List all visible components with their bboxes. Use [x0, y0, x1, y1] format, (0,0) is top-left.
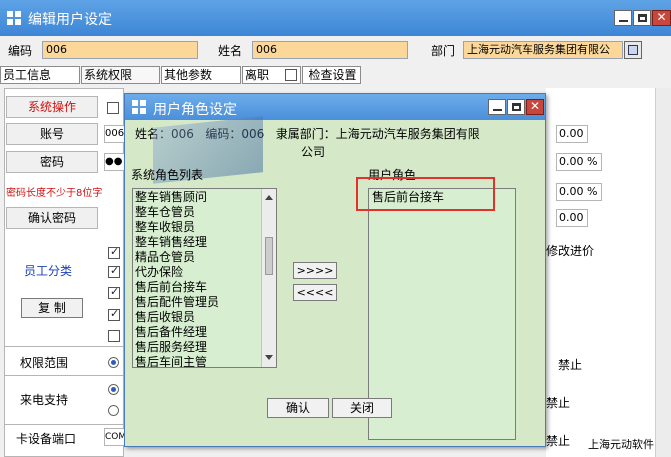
- system-role-item[interactable]: 售后车间主管: [133, 355, 261, 367]
- main-window-title: 编辑用户设定: [28, 12, 112, 28]
- close-button[interactable]: 关闭: [332, 398, 392, 418]
- permission-scope-radio[interactable]: [108, 357, 119, 368]
- divider: [4, 346, 124, 347]
- card-port-field[interactable]: COM: [104, 428, 126, 446]
- resignation-checkbox[interactable]: [285, 69, 297, 81]
- forbid-label-1: 禁止: [558, 358, 583, 372]
- class-checkbox-1[interactable]: [108, 245, 120, 259]
- password-label: 密码: [6, 151, 98, 173]
- tab-employee-info[interactable]: 员工信息: [0, 66, 80, 84]
- forbid-label-2: 禁止: [546, 396, 570, 410]
- system-role-item[interactable]: 整车销售经理: [133, 235, 261, 250]
- call-support-radio-1[interactable]: [108, 384, 119, 395]
- password-field[interactable]: ●●: [104, 153, 126, 171]
- tab-resignation-label: 离职: [245, 68, 270, 82]
- dialog-maximize-icon[interactable]: [507, 99, 525, 115]
- system-role-item[interactable]: 售后备件经理: [133, 325, 261, 340]
- confirm-password-label: 确认密码: [6, 207, 98, 229]
- account-label: 账号: [6, 123, 98, 145]
- tab-system-permissions[interactable]: 系统权限: [81, 66, 160, 84]
- dialog-title: 用户角色设定: [153, 102, 237, 118]
- scroll-up-icon[interactable]: [265, 195, 273, 200]
- class-checkbox-5[interactable]: [108, 330, 120, 342]
- system-roles-label: 系统角色列表: [131, 168, 204, 182]
- name-field[interactable]: 006: [252, 41, 408, 59]
- divider: [4, 424, 124, 425]
- dialog-title-bar: 用户角色设定 ✕: [125, 94, 545, 120]
- class-checkbox-2[interactable]: [108, 264, 120, 278]
- class-checkbox-3[interactable]: [108, 285, 120, 299]
- permission-scope-label: 权限范围: [20, 356, 69, 370]
- system-role-item[interactable]: 售后收银员: [133, 310, 261, 325]
- employee-class-label: 员工分类: [24, 264, 73, 278]
- code-label: 编码: [8, 44, 33, 58]
- dept-picker-icon[interactable]: [624, 41, 642, 59]
- highlight-box: [356, 177, 495, 211]
- minimize-icon[interactable]: [614, 10, 632, 26]
- system-role-item[interactable]: 售后配件管理员: [133, 295, 261, 310]
- system-role-item[interactable]: 售后服务经理: [133, 340, 261, 355]
- scroll-down-icon[interactable]: [265, 355, 273, 360]
- brand-footer: 上海元动软件: [588, 438, 654, 451]
- forbid-label-3: 禁止: [546, 434, 570, 448]
- copy-button[interactable]: 复 制: [21, 298, 83, 318]
- remove-role-button[interactable]: <<<<: [293, 284, 337, 301]
- system-role-item[interactable]: 整车仓管员: [133, 205, 261, 220]
- value-field-4[interactable]: 0.00: [556, 209, 588, 227]
- system-role-item[interactable]: 代办保险: [133, 265, 261, 280]
- system-role-item[interactable]: 整车收银员: [133, 220, 261, 235]
- system-roles-items: 整车销售顾问 整车仓管员 整车收银员 整车销售经理 精品仓管员 代办保险 售后前台接车 售后配…: [133, 190, 261, 367]
- windows-logo-icon: [7, 11, 21, 25]
- card-port-label: 卡设备端口: [16, 432, 77, 446]
- main-title-bar: 编辑用户设定 ✕: [0, 0, 671, 36]
- value-field-1[interactable]: 0.00: [556, 125, 588, 143]
- name-label: 姓名: [218, 44, 243, 58]
- dialog-info-line2: 公司: [301, 145, 326, 159]
- user-role-dialog: 用户角色设定 ✕ 姓名：006 编码：006 隶属部门：上海元动汽车服务集团有限…: [124, 93, 546, 447]
- system-ops-checkbox[interactable]: [107, 102, 119, 114]
- system-role-item[interactable]: 售后前台接车: [133, 280, 261, 295]
- tab-check-settings[interactable]: 检查设置: [302, 66, 361, 84]
- code-field[interactable]: 006: [42, 41, 198, 59]
- password-hint: 密码长度不少于8位字: [6, 188, 103, 199]
- main-scrollbar[interactable]: [655, 88, 671, 457]
- divider: [4, 375, 124, 376]
- dialog-minimize-icon[interactable]: [488, 99, 506, 115]
- dialog-close-icon[interactable]: ✕: [526, 99, 544, 115]
- system-role-item[interactable]: 整车销售顾问: [133, 190, 261, 205]
- modify-price-label: 修改进价: [546, 244, 595, 258]
- class-checkbox-4[interactable]: [108, 307, 120, 321]
- call-support-radio-2[interactable]: [108, 405, 119, 416]
- system-ops-label: 系统操作: [6, 96, 98, 118]
- maximize-icon[interactable]: [633, 10, 651, 26]
- tab-resignation[interactable]: 离职: [242, 66, 301, 84]
- system-roles-list[interactable]: 整车销售顾问 整车仓管员 整车收银员 整车销售经理 精品仓管员 代办保险 售后前台接车 售后配…: [132, 188, 277, 368]
- account-field[interactable]: 006: [104, 125, 126, 143]
- ok-button[interactable]: 确认: [267, 398, 329, 418]
- tab-other-params[interactable]: 其他参数: [161, 66, 241, 84]
- value-field-3[interactable]: 0.00 %: [556, 183, 602, 201]
- windows-logo-icon: [132, 100, 146, 114]
- add-role-button[interactable]: >>>>: [293, 262, 337, 279]
- call-support-label: 来电支持: [20, 393, 69, 407]
- close-icon[interactable]: ✕: [652, 10, 671, 26]
- scroll-thumb[interactable]: [265, 237, 273, 275]
- value-field-2[interactable]: 0.00 %: [556, 153, 602, 171]
- system-role-item[interactable]: 精品仓管员: [133, 250, 261, 265]
- dept-field[interactable]: 上海元动汽车服务集团有限公: [463, 41, 623, 59]
- dept-label: 部门: [431, 44, 456, 58]
- system-roles-scrollbar[interactable]: [261, 189, 276, 367]
